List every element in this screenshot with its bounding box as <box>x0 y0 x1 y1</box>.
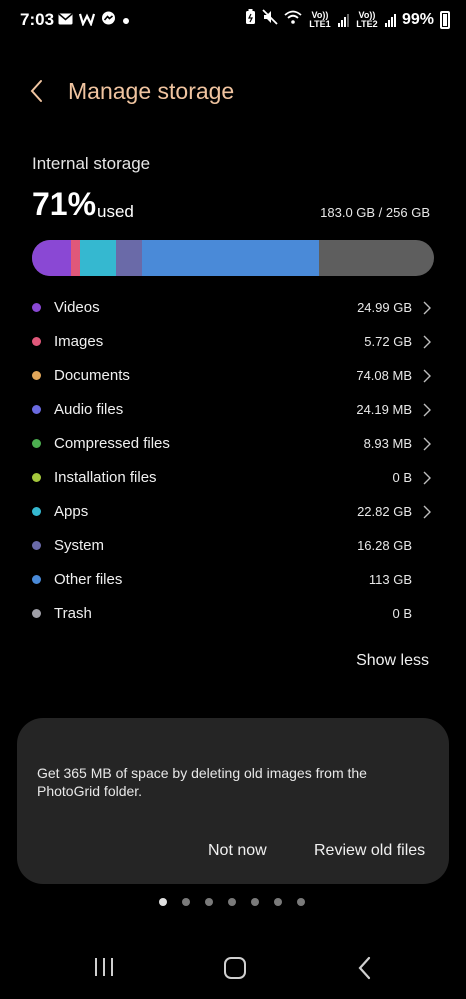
page-dot[interactable] <box>274 898 282 906</box>
signal-2-icon <box>384 13 396 27</box>
category-color-dot <box>32 541 41 550</box>
category-label: Trash <box>54 605 92 622</box>
volte2-indicator: Vo)) LTE2 <box>356 9 378 29</box>
page-title: Manage storage <box>68 78 235 104</box>
wifi-icon <box>284 10 302 29</box>
category-row-apps[interactable]: Apps 22.82 GB <box>0 494 466 528</box>
category-size: 0 B <box>392 470 412 485</box>
chevron-right-icon <box>423 437 431 451</box>
status-bar: 7:03 Vo)) LTE1 Vo)) LTE2 99% <box>0 0 466 40</box>
category-row-installation-files[interactable]: Installation files 0 B <box>0 460 466 494</box>
category-row-other-files: Other files 113 GB <box>0 562 466 596</box>
category-label: Audio files <box>54 401 124 418</box>
category-row-images[interactable]: Images 5.72 GB <box>0 324 466 358</box>
bar-segment-images <box>71 240 81 276</box>
category-row-system: System 16.28 GB <box>0 528 466 562</box>
not-now-button[interactable]: Not now <box>208 842 267 860</box>
category-color-dot <box>32 405 41 414</box>
battery-percent: 99% <box>401 10 434 28</box>
mute-icon <box>262 9 278 30</box>
battery-saver-icon <box>245 9 256 30</box>
bar-segment-system <box>116 240 142 276</box>
category-size: 5.72 GB <box>364 334 412 349</box>
category-label: Installation files <box>54 469 157 486</box>
volte1-indicator: Vo)) LTE1 <box>309 9 331 29</box>
category-color-dot <box>32 609 41 618</box>
category-label: Compressed files <box>54 435 170 452</box>
category-color-dot <box>32 473 41 482</box>
bar-segment-apps <box>80 240 117 276</box>
status-time: 7:03 <box>20 10 55 29</box>
battery-icon <box>440 10 450 29</box>
category-label: Documents <box>54 367 130 384</box>
page-dot[interactable] <box>228 898 236 906</box>
category-color-dot <box>32 337 41 346</box>
category-label: Images <box>54 333 104 350</box>
category-size: 0 B <box>392 606 412 621</box>
back-button[interactable] <box>26 78 50 104</box>
show-less-button[interactable]: Show less <box>356 652 429 670</box>
category-color-dot <box>32 507 41 516</box>
category-row-documents[interactable]: Documents 74.08 MB <box>0 358 466 392</box>
signal-1-icon <box>337 13 349 27</box>
bar-segment-videos <box>32 240 72 276</box>
category-label: Apps <box>54 503 89 520</box>
category-color-dot <box>32 371 41 380</box>
storage-usage-bar <box>32 240 434 276</box>
chevron-right-icon <box>423 505 431 519</box>
system-status-icons: Vo)) LTE1 Vo)) LTE2 99% <box>245 9 450 30</box>
navigation-bar <box>0 940 466 999</box>
page-dot[interactable] <box>251 898 259 906</box>
dot-icon <box>122 13 130 28</box>
category-row-audio-files[interactable]: Audio files 24.19 MB <box>0 392 466 426</box>
chevron-right-icon <box>423 369 431 383</box>
messenger-icon <box>101 11 116 29</box>
mail-icon <box>58 12 73 28</box>
category-color-dot <box>32 439 41 448</box>
bar-segment-other-files <box>141 240 320 276</box>
category-size: 16.28 GB <box>357 538 412 553</box>
used-percent: 71% <box>32 186 97 222</box>
back-icon[interactable] <box>355 956 375 980</box>
category-size: 8.93 MB <box>363 436 412 451</box>
page-dot[interactable] <box>205 898 213 906</box>
category-label: Other files <box>54 571 123 588</box>
notification-icons <box>58 11 130 29</box>
chevron-right-icon <box>423 403 431 417</box>
category-size: 113 GB <box>368 572 412 587</box>
category-row-compressed-files[interactable]: Compressed files 8.93 MB <box>0 426 466 460</box>
category-size: 24.99 GB <box>357 300 412 315</box>
suggestion-card: Get 365 MB of space by deleting old imag… <box>17 718 449 884</box>
category-color-dot <box>32 575 41 584</box>
category-size: 74.08 MB <box>356 368 412 383</box>
recent-apps-icon[interactable] <box>92 957 116 977</box>
page-indicator <box>159 898 305 906</box>
category-list: Videos 24.99 GB Images 5.72 GB Documents 74.0… <box>0 290 466 630</box>
category-color-dot <box>32 303 41 312</box>
category-row-videos[interactable]: Videos 24.99 GB <box>0 290 466 324</box>
category-size: 24.19 MB <box>356 402 412 417</box>
home-icon[interactable] <box>224 957 246 979</box>
app-header: Manage storage <box>0 72 466 112</box>
category-label: System <box>54 537 105 554</box>
category-size: 22.82 GB <box>357 504 412 519</box>
chevron-right-icon <box>423 471 431 485</box>
category-label: Videos <box>54 299 100 316</box>
w-app-icon <box>78 12 96 29</box>
page-dot[interactable] <box>182 898 190 906</box>
category-row-trash: Trash 0 B <box>0 596 466 630</box>
review-old-files-button[interactable]: Review old files <box>314 842 425 860</box>
chevron-right-icon <box>423 301 431 315</box>
used-label: used <box>97 202 134 221</box>
page-dot[interactable] <box>159 898 167 906</box>
suggestion-text: Get 365 MB of space by deleting old imag… <box>37 765 367 799</box>
internal-storage-title: Internal storage <box>32 154 151 173</box>
used-amount: 183.0 GB / 256 GB <box>320 205 430 220</box>
page-dot[interactable] <box>297 898 305 906</box>
chevron-left-icon <box>30 80 42 102</box>
chevron-right-icon <box>423 335 431 349</box>
